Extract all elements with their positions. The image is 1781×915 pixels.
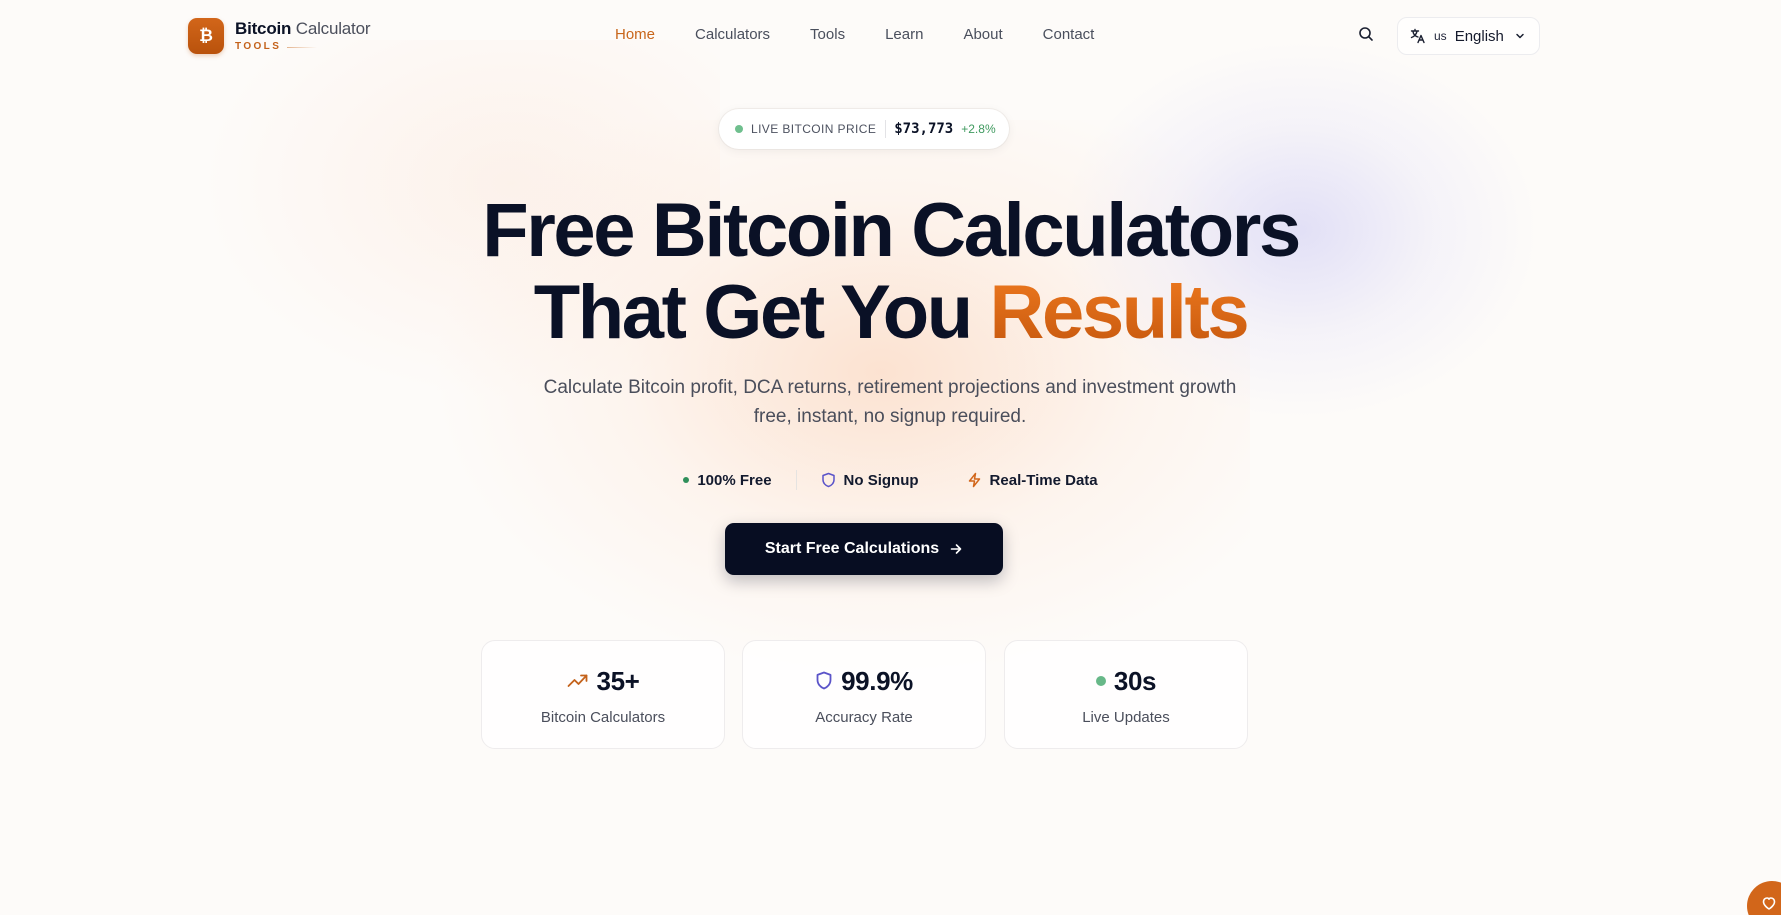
feature-label: Real-Time Data	[989, 471, 1098, 489]
search-button[interactable]	[1356, 24, 1376, 44]
stat-label: Bitcoin Calculators	[540, 709, 666, 726]
feature-real-time: Real-Time Data	[967, 472, 1098, 489]
hero-subtitle: Calculate Bitcoin profit, DCA returns, r…	[543, 377, 1237, 427]
bolt-icon	[967, 472, 982, 488]
site-logo[interactable]: ₿ Bitcoin Calculator TOOLS	[188, 18, 370, 54]
cta-label: Start Free Calculations	[764, 540, 940, 557]
stat-card-updates: 30s Live Updates	[1004, 640, 1248, 749]
stat-top: 35+	[482, 665, 724, 697]
stat-value: 99.9%	[841, 665, 913, 696]
live-dot-icon	[735, 125, 743, 133]
stat-top: 30s	[1005, 665, 1247, 697]
nav-link-tools[interactable]: Tools	[810, 26, 845, 43]
hero-title-line1: Free Bitcoin Calculators	[482, 188, 1301, 273]
language-code: us	[1434, 29, 1447, 43]
logo-text: Bitcoin Calculator TOOLS	[235, 20, 370, 52]
stat-label: Live Updates	[1082, 709, 1170, 726]
language-selector[interactable]: us English	[1397, 17, 1540, 55]
nav-link-calculators[interactable]: Calculators	[695, 26, 770, 43]
nav-link-contact[interactable]: Contact	[1043, 26, 1095, 43]
stat-label: Accuracy Rate	[815, 709, 913, 726]
dot-icon	[683, 477, 690, 483]
nav-link-home[interactable]: Home	[615, 26, 655, 43]
live-price-value: $73,773	[894, 121, 954, 137]
feature-list: 100% Free No Signup Real-Time Data	[0, 470, 1781, 490]
feature-no-signup: No Signup	[821, 472, 919, 489]
hero-title-line2: That Get You	[533, 270, 990, 355]
bitcoin-logo-icon: ₿	[188, 18, 224, 54]
heart-icon	[1762, 897, 1776, 910]
live-price-badge: LIVE BITCOIN PRICE $73,773 +2.8%	[719, 109, 1009, 149]
shield-icon	[821, 472, 836, 488]
shield-icon	[815, 671, 833, 691]
stat-card-calculators: 35+ Bitcoin Calculators	[481, 640, 725, 749]
translate-icon	[1410, 28, 1425, 44]
status-dot-icon	[1095, 676, 1106, 686]
chevron-down-icon	[1514, 30, 1526, 42]
language-name: English	[1454, 27, 1504, 45]
arrow-right-icon	[949, 542, 963, 556]
nav-link-learn[interactable]: Learn	[885, 26, 923, 43]
logo-subtitle: TOOLS	[235, 41, 282, 52]
feature-free: 100% Free	[683, 471, 772, 489]
search-icon	[1359, 27, 1373, 41]
live-price-change: +2.8%	[961, 122, 996, 136]
trending-up-icon	[567, 674, 589, 688]
hero-title: Free Bitcoin Calculators That Get You Re…	[0, 190, 1781, 354]
feature-label: 100% Free	[697, 471, 772, 489]
stat-top: 99.9%	[743, 665, 985, 697]
hero-title-accent: Results	[989, 270, 1250, 355]
site-header: ₿ Bitcoin Calculator TOOLS Home Calculat…	[0, 0, 1781, 72]
logo-subtitle-line	[287, 46, 318, 48]
divider	[795, 470, 797, 490]
logo-subtitle-row: TOOLS	[235, 42, 370, 52]
stat-card-accuracy: 99.9% Accuracy Rate	[742, 640, 986, 749]
feature-label: No Signup	[843, 471, 919, 489]
stat-value: 30s	[1113, 665, 1157, 696]
floating-action-button[interactable]	[1747, 881, 1781, 915]
stat-value: 35+	[596, 665, 640, 696]
main-nav: Home Calculators Tools Learn About Conta…	[615, 26, 1134, 43]
divider	[885, 120, 887, 138]
nav-link-about[interactable]: About	[963, 26, 1002, 43]
start-calculations-button[interactable]: Start Free Calculations	[725, 523, 1003, 575]
logo-title: Bitcoin Calculator	[235, 20, 370, 37]
logo-title-light: Calculator	[295, 19, 371, 38]
live-price-label: LIVE BITCOIN PRICE	[751, 122, 877, 136]
logo-title-bold: Bitcoin	[235, 19, 292, 38]
